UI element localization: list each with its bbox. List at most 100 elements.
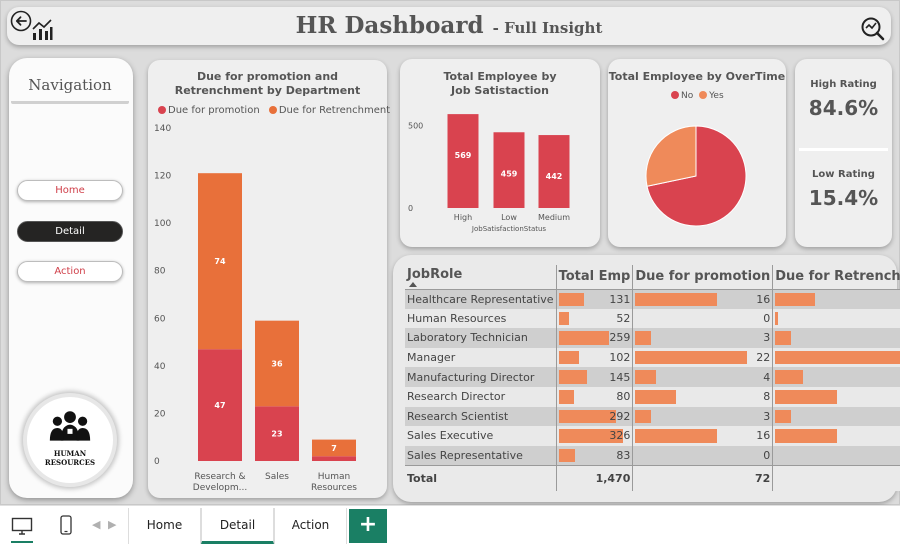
- retrenchment-cell: 0: [772, 445, 900, 466]
- promotion-value: 3: [763, 409, 771, 423]
- table-row[interactable]: Manager 102 2244: [405, 347, 900, 368]
- logo-text-line2: RESOURCES: [44, 458, 96, 467]
- jobrole-cell: Research Scientist: [405, 406, 557, 427]
- table-body: Healthcare Representative1311613Human Re…: [405, 289, 900, 466]
- bar-data-label: 74: [214, 257, 226, 266]
- total-cell: 326: [555, 426, 633, 446]
- table-row[interactable]: Research Scientist 292 35: [405, 406, 900, 427]
- table-row[interactable]: Healthcare Representative 131 1613: [405, 289, 900, 309]
- page-tab-bar: ◀ ▶ Home Detail Action +: [0, 505, 900, 545]
- high-rating-value: 84.6%: [808, 96, 879, 120]
- promotion-retrenchment-chart-card: Due for promotion and Retrenchment by De…: [148, 60, 390, 498]
- retrenchment-cell: 1: [772, 308, 900, 329]
- column-header-due-promotion[interactable]: Due for promotion: [632, 265, 773, 290]
- x-tick-label: Human: [318, 472, 350, 482]
- retrenchment-cell: 5: [772, 328, 900, 348]
- high-rating-label: High Rating: [810, 79, 877, 90]
- total-databar: [558, 350, 579, 365]
- table-row[interactable]: Human Resources 52 01: [405, 308, 900, 329]
- total-databar: [558, 331, 610, 345]
- bar-data-label: 47: [214, 401, 225, 410]
- analytics-search-icon[interactable]: [860, 16, 886, 42]
- navigation-panel: Navigation Home Detail Action HUMAN RESO…: [9, 58, 133, 498]
- table-row[interactable]: Sales Executive 326 1620: [405, 426, 900, 446]
- promotion-value: 4: [763, 370, 771, 384]
- page-tab-detail[interactable]: Detail: [201, 508, 274, 544]
- nav-home-button[interactable]: Home: [17, 180, 123, 201]
- overtime-pie-plot: [645, 125, 747, 227]
- promotion-cell: 3: [632, 406, 773, 427]
- retrenchment-cell: 13: [772, 289, 900, 309]
- rating-kpi-card: High Rating 84.6% Low Rating 15.4%: [795, 59, 892, 247]
- promotion-cell: 0: [632, 308, 773, 329]
- bar-data-label: 7: [331, 444, 337, 453]
- add-page-button[interactable]: +: [349, 509, 387, 543]
- table-row[interactable]: Research Director 80 820: [405, 386, 900, 407]
- total-emp-value: 1,470: [555, 464, 633, 492]
- total-value: 326: [609, 429, 631, 443]
- promotion-value: 8: [763, 390, 771, 404]
- retrenchment-databar: [775, 350, 900, 365]
- chevron-right-icon[interactable]: ▶: [108, 518, 116, 531]
- x-tick-label: High: [454, 213, 472, 222]
- retrenchment-databar: [775, 311, 779, 326]
- chevron-left-icon[interactable]: ◀: [92, 518, 100, 531]
- promotion-value: 0: [763, 311, 771, 325]
- page-tab-home[interactable]: Home: [128, 508, 201, 544]
- jobrole-table-card: JobRole Total Emp Due for promotion Due …: [393, 255, 900, 502]
- x-axis-title: JobSatisfactionStatus: [471, 225, 547, 233]
- column-header-jobrole[interactable]: JobRole: [405, 265, 557, 290]
- y-tick-label: 140: [154, 124, 171, 134]
- y-tick-label: 120: [154, 172, 171, 182]
- mobile-view-icon[interactable]: [60, 515, 72, 535]
- nav-detail-button[interactable]: Detail: [17, 221, 123, 242]
- table-total-row: Total 1,470 72 117: [405, 464, 900, 492]
- retrenchment-databar: [775, 370, 804, 384]
- total-databar: [558, 409, 616, 424]
- x-tick-label: Sales: [265, 472, 289, 482]
- jobsat-chart-plot: 0 500 569 High 459 Low 442 Medium JobSatisfactio…: [408, 114, 570, 233]
- promotion-databar: [635, 409, 651, 424]
- total-value: 83: [616, 448, 631, 462]
- table-row[interactable]: Manufacturing Director 145 49: [405, 367, 900, 387]
- table-row[interactable]: Sales Representative 83 00: [405, 445, 900, 466]
- low-rating-label: Low Rating: [812, 169, 875, 180]
- promotion-databar: [635, 292, 717, 306]
- pie-slice: [645, 125, 697, 187]
- jobrole-cell: Sales Executive: [405, 426, 557, 446]
- total-value: 259: [609, 331, 631, 345]
- rating-divider: [799, 148, 888, 151]
- jobrole-cell: Laboratory Technician: [405, 328, 557, 348]
- promotion-value: 16: [756, 292, 771, 306]
- total-value: 145: [609, 370, 631, 384]
- total-promotion-value: 72: [632, 464, 773, 492]
- total-databar: [558, 292, 585, 306]
- total-databar: [558, 448, 575, 462]
- retrenchment-cell: 20: [772, 386, 900, 407]
- nav-action-button[interactable]: Action: [17, 261, 123, 282]
- page-title-wrap: HR Dashboard - Full Insight: [7, 12, 891, 39]
- total-databar: [558, 389, 575, 404]
- table-row[interactable]: Laboratory Technician 259 35: [405, 328, 900, 348]
- column-header-total-emp[interactable]: Total Emp: [555, 265, 633, 290]
- logo-text: HUMAN RESOURCES: [27, 449, 113, 467]
- sort-ascending-icon[interactable]: [409, 281, 417, 287]
- bar-data-label: 442: [546, 172, 563, 181]
- total-cell: 259: [555, 328, 633, 348]
- bar: [447, 114, 479, 208]
- retrenchment-databar: [775, 331, 791, 345]
- x-tick-label: Research &: [194, 472, 245, 482]
- promotion-databar: [635, 370, 656, 384]
- total-value: 131: [609, 292, 631, 306]
- bar-segment: [312, 456, 356, 461]
- desktop-view-icon[interactable]: [11, 517, 33, 537]
- y-tick-label: 40: [154, 362, 166, 372]
- promotion-value: 0: [763, 448, 771, 462]
- y-tick-label: 60: [154, 314, 166, 324]
- page-tab-action[interactable]: Action: [274, 508, 347, 544]
- column-header-due-retrenchment[interactable]: Due for Retrenchment: [772, 265, 900, 290]
- promotion-databar: [635, 389, 677, 404]
- jobrole-cell: Human Resources: [405, 308, 557, 329]
- jobrole-cell: Healthcare Representative: [405, 289, 557, 309]
- promotion-databar: [635, 331, 651, 345]
